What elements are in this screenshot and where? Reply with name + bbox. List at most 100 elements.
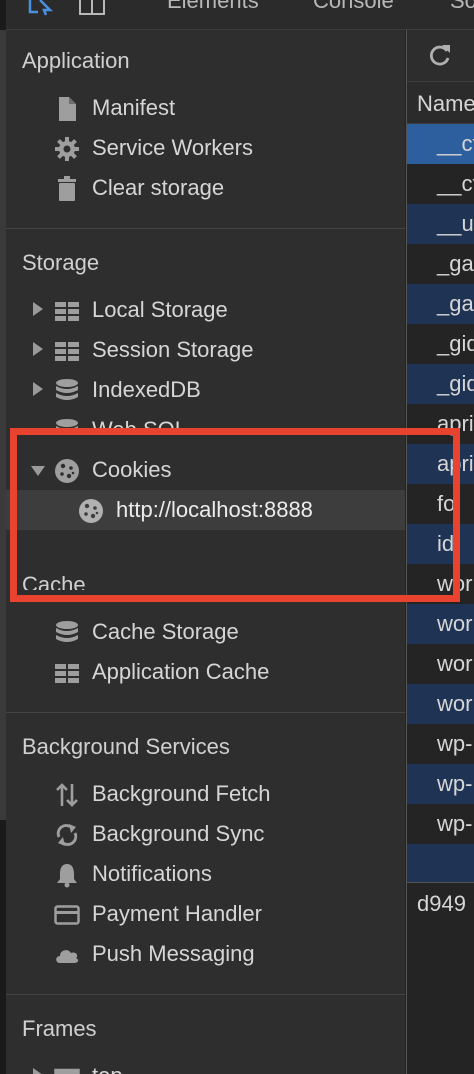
table-row[interactable]: fo [407,484,474,524]
database-icon [56,621,78,642]
sidebar-item-service-workers[interactable]: Service Workers [6,128,405,168]
cell-name: wp- [437,771,473,796]
table-row[interactable]: _ga [407,244,474,284]
sidebar-item-application-cache[interactable]: Application Cache [6,652,405,692]
column-header-name[interactable]: Name [417,91,474,117]
card-icon [54,905,80,925]
table-row[interactable]: wor [407,604,474,644]
trash-icon [58,176,76,201]
device-toolbar-icon[interactable] [78,0,108,16]
cloud-icon [56,950,79,963]
section-title-frames: Frames [22,1016,97,1041]
table-row[interactable]: april [407,444,474,484]
section-divider [6,994,405,995]
sidebar-item-label: Payment Handler [92,901,262,926]
tab-elements[interactable]: Elements [167,0,259,14]
sidebar-item-payment-handler[interactable]: Payment Handler [6,894,405,934]
sidebar-item-label: Local Storage [92,297,228,322]
sidebar-item-notifications[interactable]: Notifications [6,854,405,894]
sidebar-item-cache-storage[interactable]: Cache Storage [6,612,405,652]
sidebar-item-label: Clear storage [92,175,225,200]
inspect-element-icon[interactable] [28,0,54,16]
cell-name: april [437,411,474,436]
expand-arrow-icon[interactable] [33,1068,43,1074]
cell-name: __cf [437,131,474,156]
cell-name: _ga [437,291,474,316]
table-row[interactable]: wor [407,644,474,684]
cookie-table-panel: Name __cf __cf __ut _ga _ga _gid _gid ap… [406,30,474,1074]
section-title-storage: Storage [22,250,100,275]
section-divider [6,228,405,229]
sidebar-item-web-sql[interactable]: Web SQL [6,410,405,434]
cell-name: fo [437,491,456,516]
table-row[interactable]: __cf [407,124,474,164]
application-sidebar: Application Manifest Service Workers Cle… [6,30,405,1074]
sidebar-item-label: Service Workers [92,135,253,160]
table-row[interactable]: __ut [407,204,474,244]
expand-arrow-icon[interactable] [33,342,43,356]
sidebar-item-clear-storage[interactable]: Clear storage [6,168,405,208]
sidebar-item-label: Cache Storage [92,619,239,644]
sidebar-item-label: Cookies [92,457,172,482]
bell-icon [57,864,77,888]
tab-sources[interactable]: So [450,0,474,14]
sidebar-item-label: Application Cache [92,659,270,684]
table-row[interactable]: wp- [407,804,474,844]
expand-arrow-icon[interactable] [33,302,43,316]
sidebar-item-label: Push Messaging [92,941,255,966]
sidebar-item-manifest[interactable]: Manifest [6,88,405,128]
sidebar-item-cookies[interactable]: Cookies [6,450,405,490]
sync-icon [56,824,78,846]
cell-name: _gid [437,331,474,356]
sidebar-item-label: http://localhost:8888 [116,497,313,522]
cell-name: april [437,451,474,476]
collapse-arrow-icon[interactable] [31,466,45,476]
sidebar-item-push-messaging[interactable]: Push Messaging [6,934,405,974]
table-row[interactable]: _gid [407,364,474,404]
sidebar-item-label: Session Storage [92,337,254,362]
refresh-icon[interactable] [427,42,453,68]
sidebar-item-label: Notifications [92,861,212,886]
cell-name: id [437,531,455,556]
table-row[interactable]: id [407,524,474,564]
section-title-cache: Cache [22,572,86,590]
cell-name: __cf [437,171,474,196]
sidebar-item-label: IndexedDB [92,377,201,402]
table-row[interactable]: _gid [407,324,474,364]
sidebar-item-label: Background Sync [92,821,265,846]
sidebar-item-session-storage[interactable]: Session Storage [6,330,405,370]
table-row[interactable]: _ga [407,284,474,324]
expand-arrow-icon[interactable] [33,382,43,396]
devtools-toolbar: Elements Console So [6,0,474,30]
table-header[interactable]: Name [407,82,474,124]
cell-name: wor [437,571,473,596]
table-row[interactable]: wor [407,564,474,604]
sidebar-item-indexeddb[interactable]: IndexedDB [6,370,405,410]
grid-icon [55,302,79,321]
table-row[interactable]: april [407,404,474,444]
table-row[interactable]: wor [407,684,474,724]
cell-name: wor [437,691,473,716]
sidebar-item-label: Manifest [92,95,176,120]
tab-console[interactable]: Console [313,0,394,14]
cell-name: _gid [437,371,474,396]
cell-name: wor [437,611,473,636]
sidebar-item-background-sync[interactable]: Background Sync [6,814,405,854]
cell-name: wp- [437,731,473,756]
sidebar-item-frame-top[interactable]: top [6,1056,405,1074]
table-row[interactable]: wp- [407,724,474,764]
table-row[interactable]: wp- [407,764,474,804]
sidebar-item-cookie-origin[interactable]: http://localhost:8888 [6,490,405,530]
database-icon [56,419,78,434]
table-row[interactable]: __cf [407,164,474,204]
frame-icon [54,1068,80,1074]
sidebar-item-label: Background Fetch [92,781,271,806]
table-row[interactable] [407,844,474,882]
database-icon [56,379,78,400]
sidebar-item-background-fetch[interactable]: Background Fetch [6,774,405,814]
sidebar-item-local-storage[interactable]: Local Storage [6,290,405,330]
cell-name: wp- [437,811,473,836]
cookie-icon [79,499,103,523]
section-title-background-services: Background Services [22,734,230,759]
cookie-value-preview: d949 [407,882,474,1074]
